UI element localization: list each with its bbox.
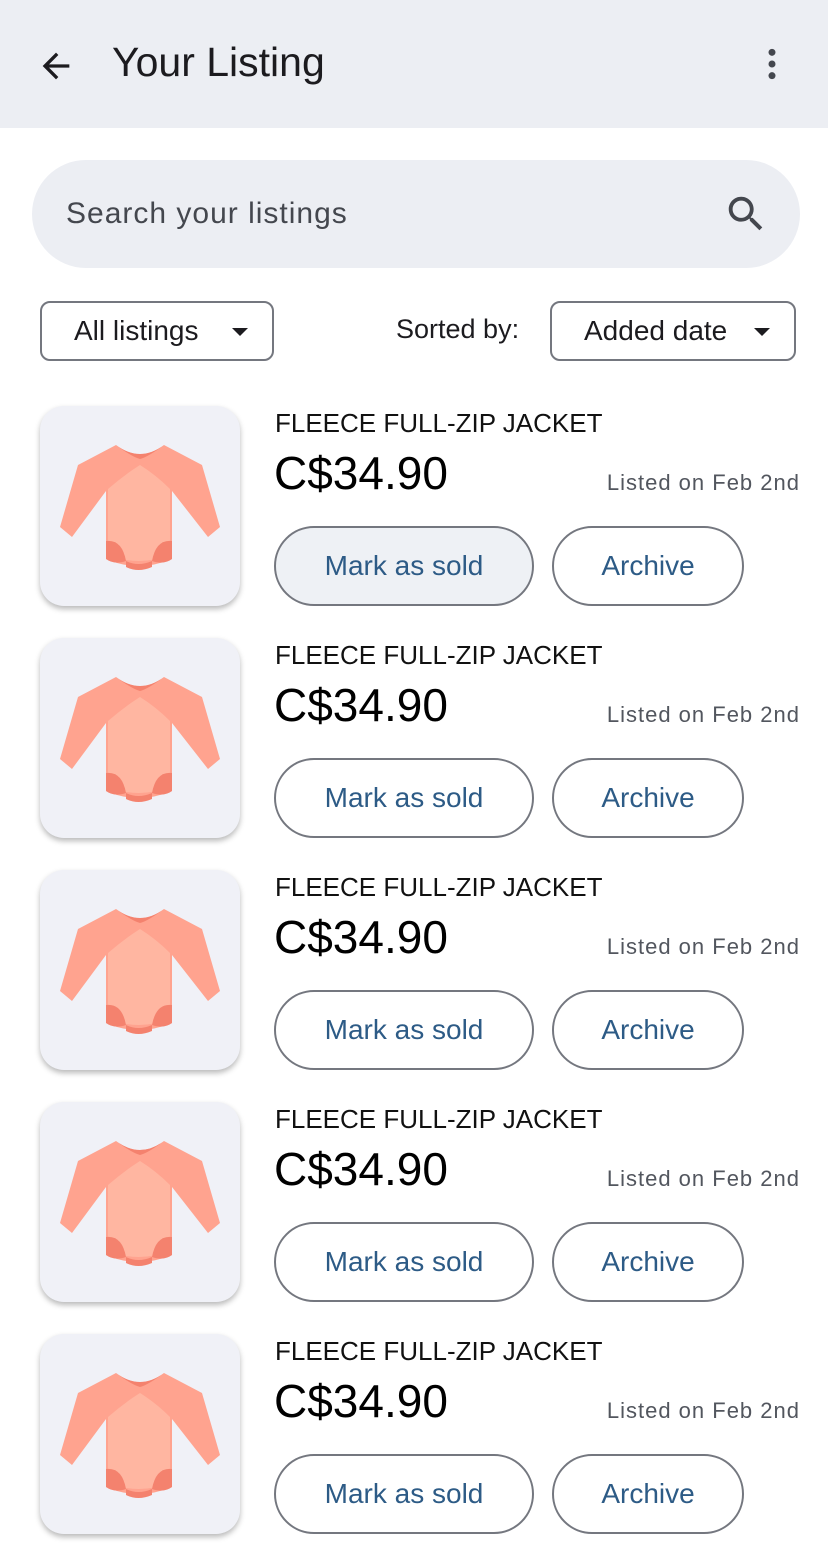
listing-price: C$34.90 — [274, 911, 448, 963]
back-button[interactable] — [28, 38, 84, 94]
baby-bodysuit-icon — [60, 677, 220, 802]
baby-bodysuit-icon — [60, 1141, 220, 1266]
product-thumbnail[interactable] — [40, 1102, 240, 1302]
listing-list: FLEECE FULL-ZIP JACKET C$34.90 Listed on… — [0, 404, 828, 1564]
archive-button[interactable]: Archive — [552, 990, 744, 1070]
listing-filter-dropdown[interactable]: All listings — [40, 301, 274, 361]
product-thumbnail[interactable] — [40, 638, 240, 838]
mark-as-sold-button[interactable]: Mark as sold — [274, 1454, 534, 1534]
listing-title: FLEECE FULL-ZIP JACKET — [275, 640, 603, 670]
mark-as-sold-button[interactable]: Mark as sold — [274, 758, 534, 838]
arrow-back-icon — [42, 52, 70, 80]
listing-price: C$34.90 — [274, 679, 448, 731]
listing-date: Listed on Feb 2nd — [606, 470, 800, 495]
archive-button[interactable]: Archive — [552, 758, 744, 838]
listing-item: FLEECE FULL-ZIP JACKET C$34.90 Listed on… — [0, 404, 828, 636]
listing-filter-value: All listings — [74, 315, 199, 346]
product-thumbnail[interactable] — [40, 870, 240, 1070]
more-vert-icon — [768, 48, 776, 80]
listing-price: C$34.90 — [274, 447, 448, 499]
listing-item: FLEECE FULL-ZIP JACKET C$34.90 Listed on… — [0, 868, 828, 1100]
baby-bodysuit-icon — [60, 1373, 220, 1498]
more-options-button[interactable] — [744, 36, 800, 92]
archive-button[interactable]: Archive — [552, 1222, 744, 1302]
page-title: Your Listing — [112, 39, 325, 85]
listing-date: Listed on Feb 2nd — [606, 702, 800, 727]
app-bar: Your Listing — [0, 0, 828, 128]
dropdown-arrow-icon — [232, 328, 248, 336]
sort-label: Sorted by: — [396, 314, 520, 344]
listing-title: FLEECE FULL-ZIP JACKET — [275, 1104, 603, 1134]
listing-title: FLEECE FULL-ZIP JACKET — [275, 408, 603, 438]
baby-bodysuit-icon — [60, 445, 220, 570]
listing-date: Listed on Feb 2nd — [606, 1166, 800, 1191]
product-thumbnail[interactable] — [40, 406, 240, 606]
mark-as-sold-button[interactable]: Mark as sold — [274, 1222, 534, 1302]
mark-as-sold-button[interactable]: Mark as sold — [274, 526, 534, 606]
listing-item: FLEECE FULL-ZIP JACKET C$34.90 Listed on… — [0, 1332, 828, 1564]
search-bar — [32, 160, 800, 268]
listing-date: Listed on Feb 2nd — [606, 1398, 800, 1423]
sort-dropdown[interactable]: Added date — [550, 301, 796, 361]
listing-title: FLEECE FULL-ZIP JACKET — [275, 872, 603, 902]
listing-title: FLEECE FULL-ZIP JACKET — [275, 1336, 603, 1366]
listing-date: Listed on Feb 2nd — [606, 934, 800, 959]
baby-bodysuit-icon — [60, 909, 220, 1034]
listing-item: FLEECE FULL-ZIP JACKET C$34.90 Listed on… — [0, 1100, 828, 1332]
archive-button[interactable]: Archive — [552, 526, 744, 606]
archive-button[interactable]: Archive — [552, 1454, 744, 1534]
search-icon — [728, 196, 763, 231]
listing-item: FLEECE FULL-ZIP JACKET C$34.90 Listed on… — [0, 636, 828, 868]
sort-value: Added date — [584, 315, 728, 346]
mark-as-sold-button[interactable]: Mark as sold — [274, 990, 534, 1070]
product-thumbnail[interactable] — [40, 1334, 240, 1534]
dropdown-arrow-icon — [754, 328, 770, 336]
search-button[interactable] — [720, 188, 772, 240]
listing-price: C$34.90 — [274, 1375, 448, 1427]
search-input[interactable] — [66, 160, 706, 268]
listing-price: C$34.90 — [274, 1143, 448, 1195]
